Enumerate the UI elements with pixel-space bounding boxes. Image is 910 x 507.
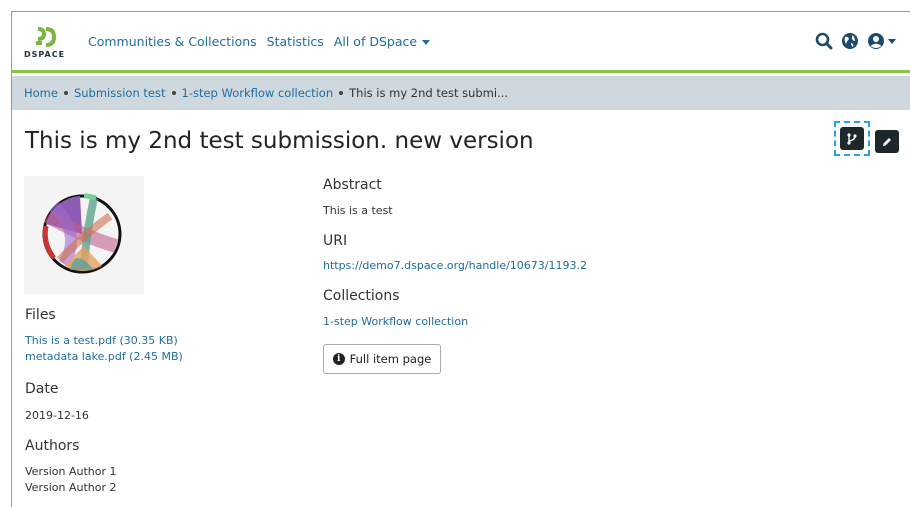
page-title: This is my 2nd test submission. new vers… — [25, 128, 534, 154]
date-label: Date — [25, 381, 59, 397]
edit-item-button[interactable] — [875, 130, 899, 153]
breadcrumb-home[interactable]: Home — [24, 86, 58, 100]
breadcrumb-submission[interactable]: Submission test — [74, 86, 166, 100]
collection-link[interactable]: 1-step Workflow collection — [323, 314, 468, 330]
create-version-button[interactable] — [840, 127, 864, 150]
pencil-icon — [883, 137, 891, 146]
author-item: Version Author 1 — [25, 465, 117, 478]
date-value: 2019-12-16 — [25, 409, 89, 422]
main-nav: Communities & Collections Statistics All… — [88, 34, 431, 49]
chord-diagram-thumbnail — [42, 193, 122, 274]
uri-label: URI — [323, 233, 348, 249]
user-menu[interactable] — [867, 32, 896, 50]
header-actions — [815, 32, 896, 50]
full-item-page-button[interactable]: i Full item page — [323, 344, 441, 374]
dspace-logo-mark — [36, 27, 57, 47]
item-thumbnail[interactable] — [24, 176, 144, 294]
author-item: Version Author 2 — [25, 481, 117, 494]
nav-statistics[interactable]: Statistics — [267, 34, 324, 49]
caret-down-icon — [422, 40, 431, 45]
full-item-page-label: Full item page — [349, 352, 432, 366]
version-button-focus — [834, 121, 870, 156]
user-icon — [868, 33, 884, 49]
nav-all-of-dspace[interactable]: All of DSpace — [333, 34, 431, 49]
files-label: Files — [25, 307, 56, 323]
breadcrumb: Home Submission test 1-step Workflow col… — [12, 76, 910, 110]
info-circle-icon: i — [332, 353, 345, 365]
abstract-value: This is a test — [323, 204, 393, 217]
breadcrumb-separator — [171, 91, 176, 95]
file-link[interactable]: This is a test.pdf (30.35 KB) — [25, 333, 178, 349]
logo-wordmark: DSPACE — [24, 50, 66, 59]
globe-icon[interactable] — [841, 32, 859, 50]
nav-communities-collections[interactable]: Communities & Collections — [88, 34, 257, 49]
collections-label: Collections — [323, 288, 400, 304]
caret-down-icon — [888, 38, 896, 44]
uri-link[interactable]: https://demo7.dspace.org/handle/10673/11… — [323, 258, 587, 274]
authors-label: Authors — [25, 438, 80, 454]
breadcrumb-separator — [339, 91, 344, 95]
breadcrumb-collection[interactable]: 1-step Workflow collection — [182, 86, 334, 100]
breadcrumb-current: This is my 2nd test submi... — [349, 86, 509, 100]
search-icon[interactable] — [815, 32, 833, 50]
breadcrumb-separator — [63, 91, 68, 95]
nav-all-label: All of DSpace — [333, 34, 418, 49]
page-frame: DSPACE Communities & Collections Statist… — [11, 11, 910, 507]
code-branch-icon — [847, 132, 857, 145]
file-link[interactable]: metadata lake.pdf (2.45 MB) — [25, 349, 183, 365]
top-header: DSPACE Communities & Collections Statist… — [12, 12, 910, 73]
dspace-logo[interactable]: DSPACE — [24, 26, 72, 62]
abstract-label: Abstract — [323, 177, 382, 193]
